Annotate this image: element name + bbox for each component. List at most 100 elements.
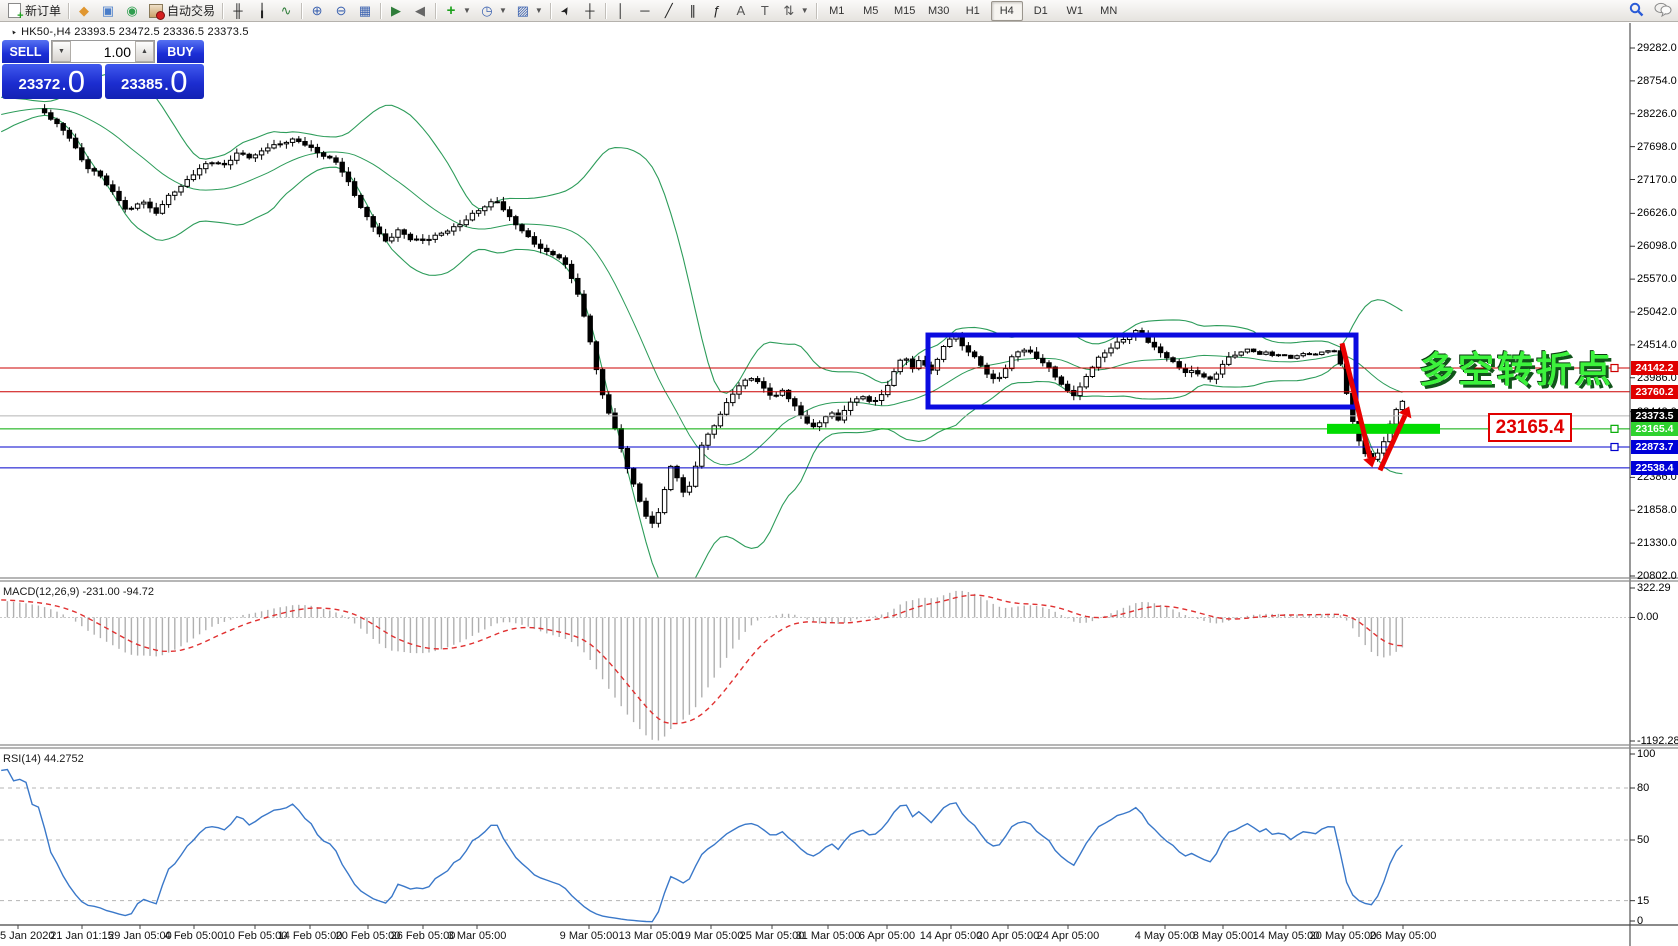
dropdown-arrow-icon: ▼ [534,6,543,15]
toolbar-button-vertical-line[interactable]: │ [609,1,633,21]
toolbar-button-zoom-in[interactable]: ⊕ [305,1,329,21]
rsi-axis-label: 0 [1637,915,1644,927]
toolbar-button-text-label[interactable]: T [753,1,777,21]
date-axis-label: 26 May 05:00 [1369,930,1437,942]
toolbar-button-fibonacci[interactable]: ƒ [705,1,729,21]
fibonacci-icon: ƒ [713,2,721,18]
volume-input[interactable] [71,41,135,62]
chart-canvas[interactable] [0,0,1678,946]
toolbar-button-autotrading[interactable]: 自动交易 [144,1,219,21]
price-axis-label: 20802.0 [1637,570,1677,582]
toolbar-button-candlestick[interactable]: ╽ [250,1,274,21]
volume-decrease-button[interactable]: ▼ [52,41,71,62]
timeframe-button-w1[interactable]: W1 [1059,1,1091,21]
date-axis-label: 29 Jan 05:00 [108,930,172,942]
price-axis-label: 26626.0 [1637,207,1677,220]
chart-shift-icon: ◀ [415,2,426,18]
toolbar-separator [222,2,224,19]
profiles-icon: ▣ [101,2,115,18]
toolbar-button-bar-chart[interactable]: ╫ [226,1,250,21]
toolbar-button-periods[interactable]: ◷ ▼ [475,1,511,21]
price-axis-label: 28226.0 [1637,107,1677,120]
price-level-badge: 23373.5 [1631,408,1678,423]
horizontal-line-icon: ─ [640,2,650,18]
timeframe-button-m15[interactable]: M15 [889,1,921,21]
timeframe-button-h1[interactable]: H1 [957,1,989,21]
text-label-icon: T [760,2,769,18]
candlestick-icon: ╽ [258,2,266,18]
date-axis-label: 4 May 05:00 [1134,930,1196,942]
sell-price-display[interactable]: 23372. 0 [2,64,102,99]
chat-icon[interactable] [1654,2,1672,22]
date-axis-label: 26 Feb 05:00 [390,930,456,942]
sell-button[interactable]: SELL [2,40,49,63]
macd-axis-label: -1192.28 [1637,735,1678,747]
volume-control: ▼ ▲ [51,40,155,63]
date-axis-label: 8 May 05:00 [1192,930,1254,942]
date-axis-label: 4 Feb 05:00 [164,930,224,942]
price-level-badge: 23760.2 [1631,384,1678,399]
toolbar-button-new-order[interactable]: + 新订单 [2,1,65,22]
sell-price-pips: 0 [67,64,86,99]
price-axis-label: 21858.0 [1637,504,1677,517]
toolbar-button-cursor[interactable]: ➤ [554,1,578,21]
buy-price-display[interactable]: 23385. 0 [104,64,204,99]
line-chart-icon: ∿ [280,2,292,18]
rsi-pane-label: RSI(14) 44.2752 [3,753,84,765]
chart-wizard-icon: ◆ [79,2,90,18]
date-axis-label: 5 Jan 2020 [0,930,55,942]
timeframe-button-m1[interactable]: M1 [821,1,853,21]
timeframe-button-m30[interactable]: M30 [923,1,955,21]
toolbar-separator [549,2,551,19]
trendline-icon: ╱ [664,2,673,18]
toolbar-button-crosshair[interactable]: ┼ [578,1,602,21]
price-level-badge: 23165.4 [1631,421,1678,436]
toolbar-button-templates[interactable]: ▨ ▼ [511,1,547,21]
date-axis-label: 21 Jan 01:15 [50,930,114,942]
sell-price-dot: . [61,73,67,95]
timeframe-button-mn[interactable]: MN [1093,1,1125,21]
timeframe-button-m5[interactable]: M5 [855,1,887,21]
toolbar-separator [604,2,606,19]
toolbar-button-chart-wizard[interactable]: ◆ [72,1,96,21]
toolbar-button-zoom-out[interactable]: ⊖ [329,1,353,21]
timeframe-button-d1[interactable]: D1 [1025,1,1057,21]
dropdown-arrow-icon: ▼ [800,6,809,15]
toolbar-button-channel[interactable]: ∥ [681,1,705,21]
buy-button[interactable]: BUY [157,40,204,63]
toolbar-button-chart-shift[interactable]: ◀ [408,1,432,21]
toolbar-button-profiles[interactable]: ▣ [96,1,120,21]
toolbar-button-tile-windows[interactable]: ▦ [353,1,377,21]
timeframe-button-h4[interactable]: H4 [990,0,1023,21]
toolbar-button-indicators[interactable]: + ▼ [439,1,475,21]
toolbar-button-auto-scroll[interactable]: ▶ [384,1,408,21]
toolbar-button-market-watch[interactable]: ◉ [120,1,144,21]
channel-icon: ∥ [689,2,697,18]
toolbar-button-text[interactable]: A [729,1,753,21]
macd-axis-label: 0.00 [1637,611,1659,624]
date-axis-label: 20 Apr 05:00 [976,930,1040,942]
toolbar-button-arrows[interactable]: ⇅ ▼ [777,1,813,21]
price-axis-label: 25042.0 [1637,306,1677,318]
one-click-trading-widget: SELL ▼ ▲ BUY 23372.0 23385.0 [2,40,204,99]
market-watch-icon: ◉ [126,2,138,18]
date-axis-label: 20 May 05:00 [1309,930,1377,942]
date-axis-label: 24 Apr 05:00 [1036,930,1100,942]
templates-icon: ▨ [516,2,530,18]
toolbar-button-horizontal-line[interactable]: ─ [633,1,657,21]
toolbar-button-trendline[interactable]: ╱ [657,1,681,21]
date-axis-label: 13 Mar 05:00 [618,930,684,942]
buy-price-dot: . [163,73,170,95]
level-price-flag: 23165.4 [1488,413,1572,442]
volume-increase-button[interactable]: ▲ [135,41,154,62]
toolbar-button-line-chart[interactable]: ∿ [274,1,298,21]
price-axis-label: 29282.0 [1637,42,1677,54]
date-axis-label: 6 Apr 05:00 [858,930,916,942]
price-axis-label: 27170.0 [1637,173,1677,186]
macd-axis-label: 322.29 [1637,582,1671,594]
price-axis-label: 28754.0 [1637,74,1677,87]
search-icon[interactable] [1629,2,1644,22]
bar-chart-icon: ╫ [233,2,243,18]
zoom-in-icon: ⊕ [311,2,323,18]
date-axis-label: 31 Mar 05:00 [795,930,861,942]
